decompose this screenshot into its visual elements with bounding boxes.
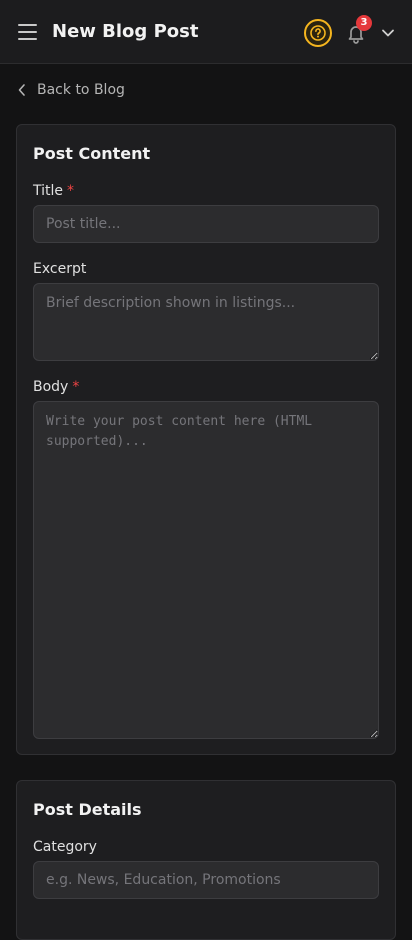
body-textarea[interactable] (33, 401, 379, 739)
category-input[interactable] (33, 861, 379, 899)
required-mark: * (72, 379, 80, 395)
body-label-text: Body (33, 379, 69, 395)
chevron-down-icon[interactable] (379, 24, 397, 42)
app-header: New Blog Post 3 (0, 0, 412, 64)
post-content-card: Post Content Title* Excerpt Body* (16, 124, 396, 755)
help-icon[interactable] (304, 19, 332, 47)
post-details-heading: Post Details (33, 800, 142, 819)
title-label-text: Title (33, 183, 64, 199)
body-label: Body * (33, 377, 79, 397)
required-mark: * (67, 183, 75, 199)
post-details-card: Post Details Category (16, 780, 396, 940)
title-label: Title * (33, 181, 74, 201)
title-input[interactable] (33, 205, 379, 243)
category-label: Category (33, 839, 97, 855)
notification-badge: 3 (356, 15, 372, 31)
post-content-heading: Post Content (33, 144, 151, 163)
excerpt-label: Excerpt (33, 261, 87, 277)
back-to-blog-link[interactable]: Back to Blog (17, 80, 125, 100)
menu-icon[interactable] (18, 24, 37, 40)
excerpt-textarea[interactable] (33, 283, 379, 361)
page-title: New Blog Post (52, 21, 199, 42)
chevron-left-icon (18, 84, 25, 96)
back-link-label: Back to Blog (37, 82, 125, 98)
